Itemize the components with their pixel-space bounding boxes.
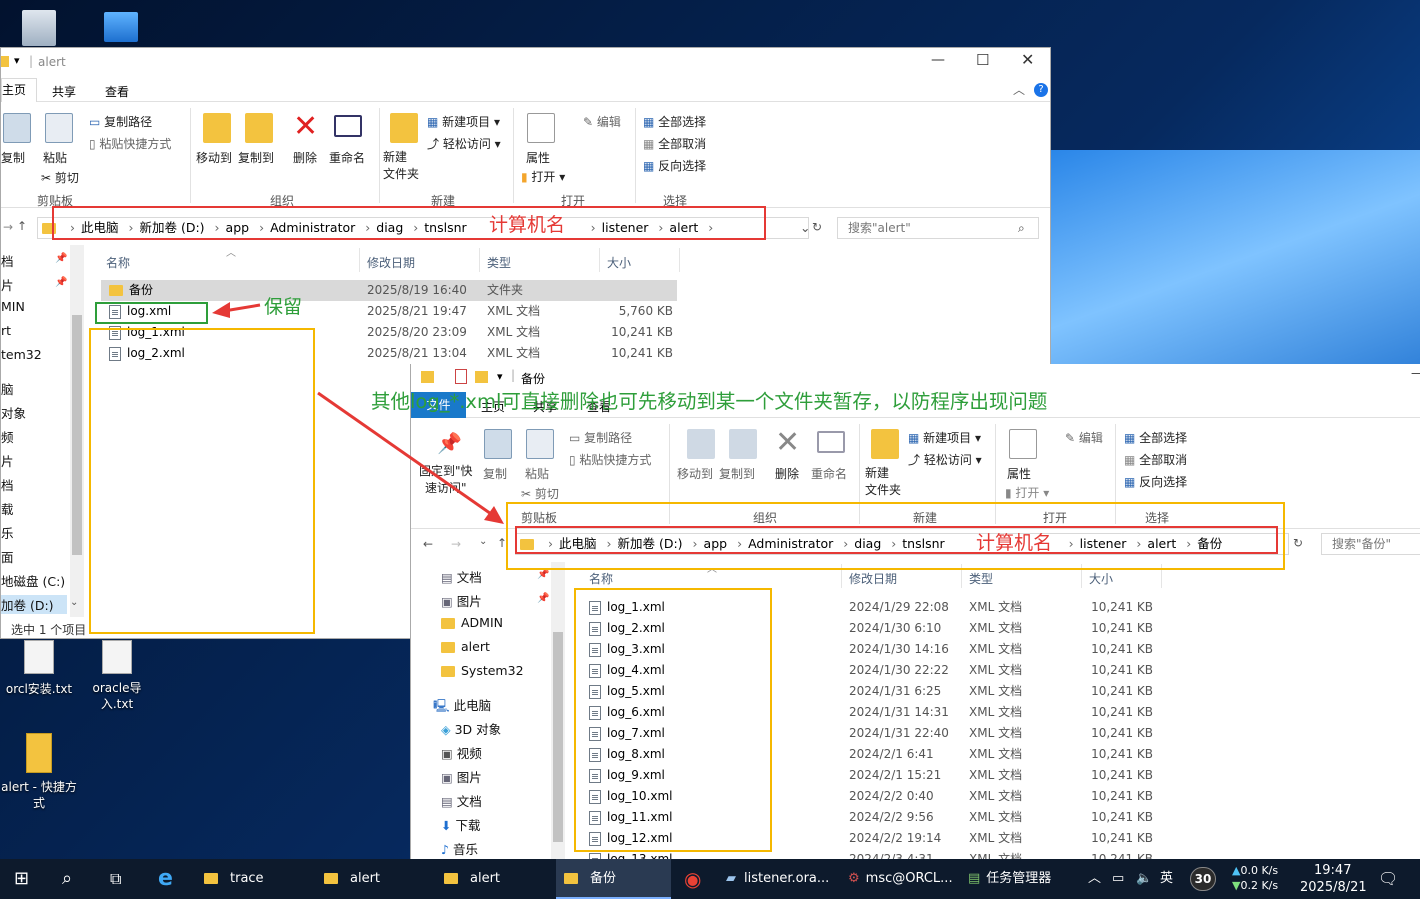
net-down: ▼0.2 K/s [1232,879,1278,893]
taskbar-item-alert-2[interactable]: alert [436,859,551,899]
tray-expand-icon[interactable]: ︿ [1088,859,1101,899]
arrow-head [212,302,230,318]
chrome-icon[interactable]: ◉ [684,859,701,899]
taskbar-item-listener[interactable]: ▰ listener.ora... [726,859,846,899]
taskbar-label: 任务管理器 [986,871,1052,886]
arrow-move [317,391,495,518]
taskbar-item-trace[interactable]: trace [196,859,311,899]
network-icon[interactable]: ▭ [1112,859,1124,899]
notepad-icon: ▰ [726,871,736,886]
folder-icon [324,873,338,884]
taskbar-label: listener.ora... [744,871,830,886]
folder-icon [444,873,458,884]
clock-time[interactable]: 19:47 [1314,863,1351,879]
taskbar-item-alert[interactable]: alert [316,859,431,899]
search-icon[interactable]: ⌕ [62,859,72,899]
folder-icon [564,873,578,884]
ime-indicator[interactable]: 英 [1160,859,1173,899]
folder-icon [204,873,218,884]
annotation-arrows [212,302,504,524]
clock-date[interactable]: 2025/8/21 [1300,880,1367,896]
taskbar: ⊞ ⌕ ⧉ e trace alert alert 备份 ◉ ▰ listener… [0,859,1420,899]
arrow-head [484,506,504,524]
gear-icon: ⚙ [848,871,860,886]
taskbar-label: 备份 [590,871,617,886]
taskbar-item-task-manager[interactable]: ▤ 任务管理器 [968,859,1068,899]
task-view-icon[interactable]: ⧉ [110,859,121,899]
taskbar-label: trace [230,871,264,886]
taskbar-label: alert [350,871,381,886]
taskbar-label: alert [470,871,501,886]
net-up-label: 0.0 K/s [1240,864,1279,877]
speed-badge[interactable]: 30 [1190,867,1216,891]
volume-icon[interactable]: 🔈 [1136,859,1152,899]
notification-icon[interactable]: 🗨 [1378,859,1398,899]
taskbar-item-backup[interactable]: 备份 [556,859,671,899]
net-down-label: 0.2 K/s [1240,879,1279,892]
net-up: ▲0.0 K/s [1232,864,1278,878]
taskbar-item-msc[interactable]: ⚙ msc@ORCL... [848,859,964,899]
taskbar-label: msc@ORCL... [865,871,953,886]
ie-icon[interactable]: e [158,859,173,899]
start-icon[interactable]: ⊞ [14,859,29,899]
task-manager-icon: ▤ [968,871,981,886]
